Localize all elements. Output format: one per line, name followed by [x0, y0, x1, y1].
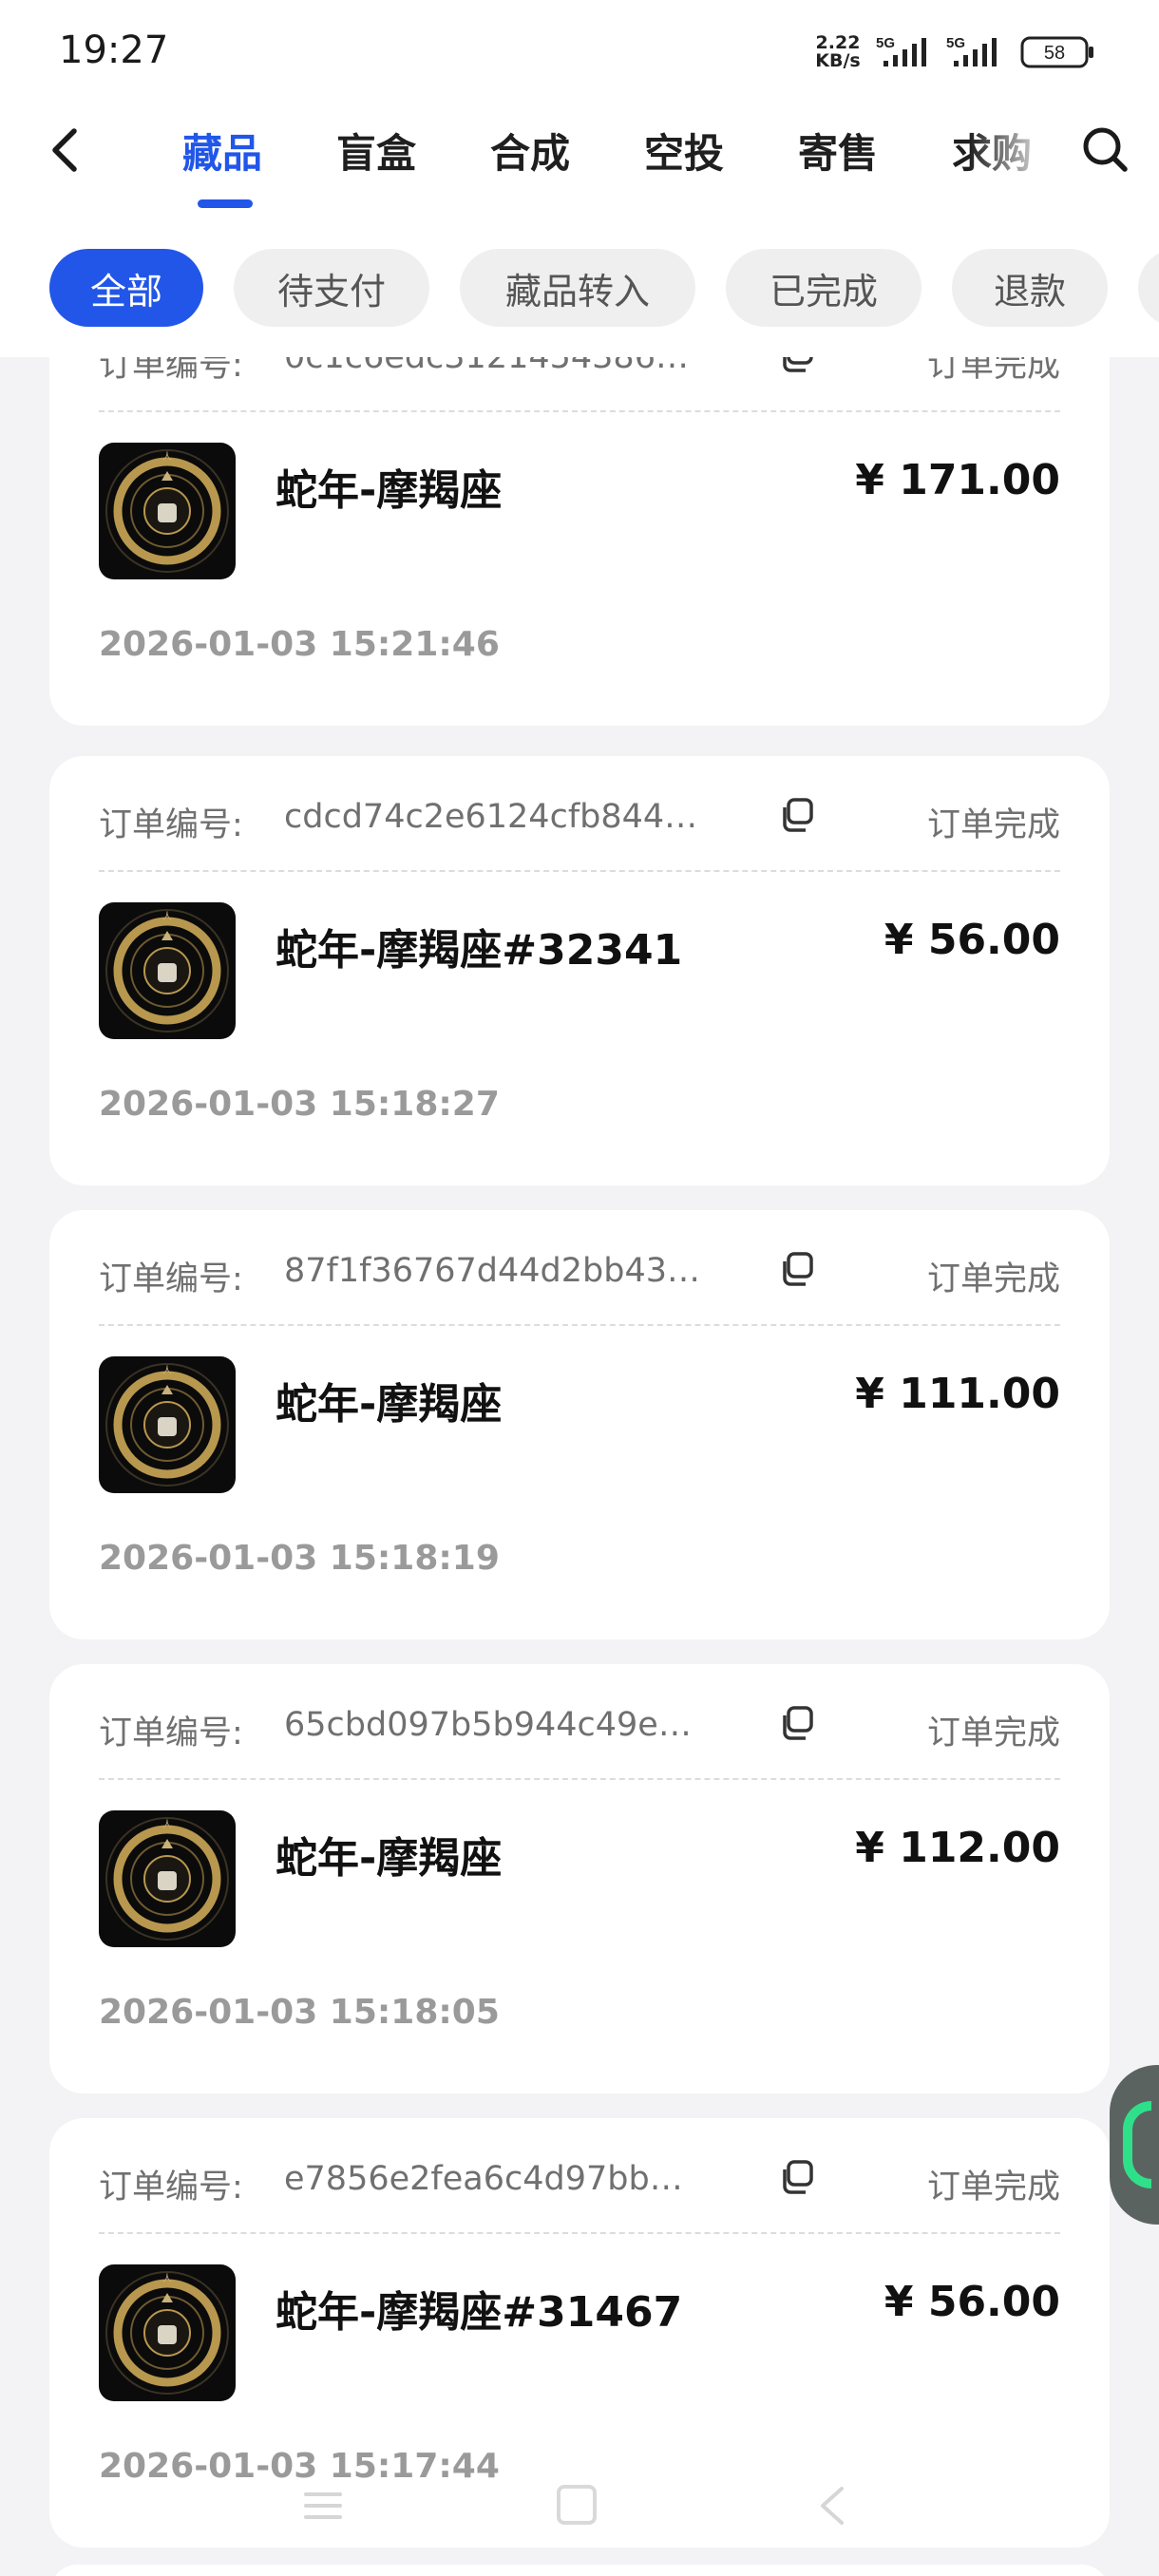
order-status: 订单完成 — [926, 1260, 1060, 1298]
item-price: ¥ 171.00 — [855, 456, 1060, 504]
item-name: 蛇年-摩羯座#32341 — [276, 926, 683, 975]
order-status: 订单完成 — [926, 806, 1060, 844]
search-icon[interactable] — [1077, 122, 1134, 179]
menu-icon[interactable] — [302, 2487, 344, 2525]
status-bar: 19:27 2.22 KB/s 5G 5G 58 — [0, 0, 1159, 104]
order-number-row: 订单编号: cdcd74c2e6124cfb84466... 订单完成 — [99, 790, 1060, 847]
order-number: cdcd74c2e6124cfb84466... — [284, 798, 702, 836]
signal-label: 5G — [946, 35, 965, 51]
tab-consignment[interactable]: 寄售 — [798, 122, 878, 180]
system-back-icon[interactable] — [815, 2485, 849, 2527]
item-name: 蛇年-摩羯座 — [276, 1380, 503, 1429]
floating-assistant-icon — [1123, 2101, 1151, 2188]
tab-collectibles[interactable]: 藏品 — [182, 122, 262, 180]
tab-airdrop[interactable]: 空投 — [644, 122, 724, 180]
dashed-divider — [99, 2232, 1060, 2234]
order-time: 2026-01-03 15:18:05 — [99, 1993, 500, 2032]
filter-refund[interactable]: 退款 — [952, 249, 1108, 327]
network-speed: 2.22 KB/s — [809, 34, 866, 70]
collectible-thumbnail[interactable]: 人 — [99, 443, 236, 579]
item-price: ¥ 56.00 — [884, 916, 1060, 964]
status-filter-chips: 全部 待支付 藏品转入 已完成 退款 — [0, 249, 1159, 327]
order-number-row: 订单编号: 87f1f36767d44d2bb43db7... 订单完成 — [99, 1244, 1060, 1301]
tab-synthesis[interactable]: 合成 — [490, 122, 570, 180]
copy-icon[interactable] — [779, 2158, 817, 2196]
order-list: 订单编号: 0c1c6edc3121454386​8e0... 订单完成 人 蛇… — [0, 0, 1159, 2576]
order-time: 2026-01-03 15:18:19 — [99, 1539, 500, 1578]
order-number-label: 订单编号: — [99, 806, 243, 844]
filter-completed[interactable]: 已完成 — [726, 249, 922, 327]
order-card[interactable]: 订单编号: 0c1c6edc3121454386​8e0... 订单完成 人 蛇… — [49, 296, 1110, 726]
status-time: 19:27 — [59, 28, 169, 72]
svg-text:人: 人 — [162, 1365, 172, 1376]
header: 19:27 2.22 KB/s 5G 5G 58 藏品 盲盒 合成 空投 寄售 … — [0, 0, 1159, 357]
order-time: 2026-01-03 15:18:27 — [99, 1085, 500, 1124]
order-card[interactable]: 订单编号: 65cbd097b5b944c49ef79... 订单完成 人 蛇年… — [49, 1664, 1110, 2093]
order-number-label: 订单编号: — [99, 1260, 243, 1298]
svg-text:人: 人 — [162, 911, 172, 922]
collectible-thumbnail[interactable]: 人 — [99, 1356, 236, 1493]
active-tab-indicator — [198, 199, 253, 208]
tab-blind-box[interactable]: 盲盒 — [336, 122, 416, 180]
copy-icon[interactable] — [779, 1250, 817, 1288]
filter-more-partial[interactable] — [1138, 249, 1159, 327]
svg-text:人: 人 — [162, 2273, 172, 2284]
item-price: ¥ 112.00 — [855, 1824, 1060, 1872]
item-name: 蛇年-摩羯座 — [276, 1834, 503, 1883]
dashed-divider — [99, 410, 1060, 412]
dashed-divider — [99, 1778, 1060, 1780]
item-price: ¥ 56.00 — [884, 2278, 1060, 2326]
order-card[interactable]: 订单编号: 87f1f36767d44d2bb43db7... 订单完成 人 蛇… — [49, 1210, 1110, 1639]
order-status: 订单完成 — [926, 2169, 1060, 2207]
order-number-label: 订单编号: — [99, 1714, 243, 1752]
cellular-signal-icon: 5G — [876, 35, 926, 66]
order-number-row: 订单编号: 65cbd097b5b944c49ef79... 订单完成 — [99, 1698, 1060, 1755]
order-number-label: 订单编号: — [99, 2169, 243, 2207]
collectible-thumbnail[interactable]: 人 — [99, 1810, 236, 1947]
order-number: 65cbd097b5b944c49ef79... — [284, 1706, 702, 1744]
item-price: ¥ 111.00 — [855, 1370, 1060, 1418]
collectible-thumbnail[interactable]: 人 — [99, 2264, 236, 2401]
svg-text:人: 人 — [162, 451, 172, 463]
system-navigation-bar — [0, 2479, 1159, 2536]
network-speed-unit: KB/s — [815, 50, 861, 71]
item-name: 蛇年-摩羯座#31467 — [276, 2288, 683, 2337]
order-number: 87f1f36767d44d2bb43db7... — [284, 1252, 702, 1290]
order-number: e7856e2fea6c4d97bbe30... — [284, 2160, 702, 2198]
floating-assistant-button[interactable] — [1110, 2065, 1159, 2225]
battery-level: 58 — [1044, 43, 1065, 64]
battery-icon: 58 — [1020, 36, 1093, 68]
copy-icon[interactable] — [779, 1704, 817, 1742]
filter-all[interactable]: 全部 — [49, 249, 203, 327]
order-card[interactable]: 订单编号: cdcd74c2e6124cfb84466... 订单完成 人 蛇年… — [49, 756, 1110, 1185]
dashed-divider — [99, 870, 1060, 872]
order-time: 2026-01-03 15:21:46 — [99, 625, 500, 664]
collectible-thumbnail[interactable]: 人 — [99, 902, 236, 1039]
copy-icon[interactable] — [779, 796, 817, 834]
filter-pending-payment[interactable]: 待支付 — [234, 249, 429, 327]
order-card-partial — [49, 2565, 1110, 2576]
svg-text:人: 人 — [162, 1819, 172, 1830]
item-name: 蛇年-摩羯座 — [276, 466, 503, 515]
dashed-divider — [99, 1324, 1060, 1326]
filter-transfer-in[interactable]: 藏品转入 — [460, 249, 695, 327]
cellular-signal-icon: 5G — [946, 35, 997, 66]
order-status: 订单完成 — [926, 1714, 1060, 1752]
order-number-row: 订单编号: e7856e2fea6c4d97bbe30... 订单完成 — [99, 2152, 1060, 2209]
tabs-fade-mask — [969, 112, 1064, 207]
signal-label: 5G — [876, 35, 895, 51]
home-icon[interactable] — [557, 2485, 597, 2525]
back-arrow-icon[interactable] — [38, 122, 95, 179]
